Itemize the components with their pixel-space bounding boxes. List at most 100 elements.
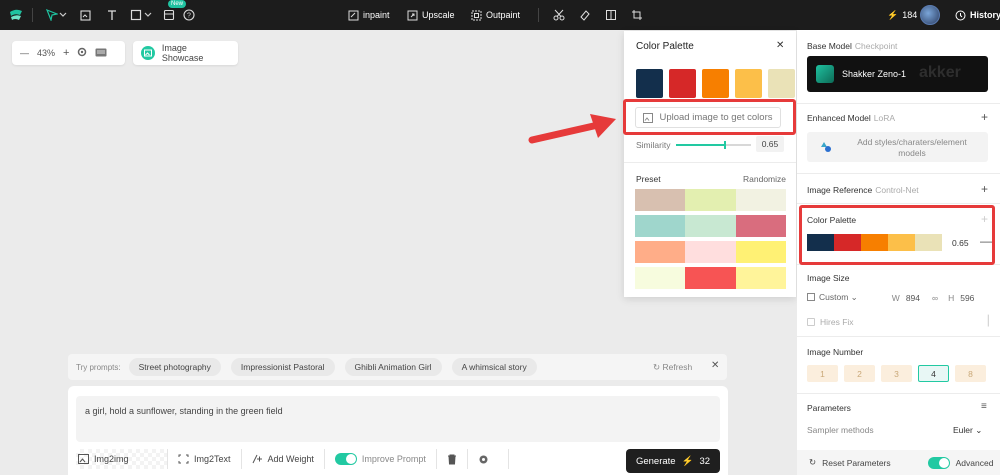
image-number-option-selected[interactable]: 4: [918, 365, 949, 382]
shape-tool-icon[interactable]: [128, 7, 144, 23]
logo-icon[interactable]: [8, 7, 24, 23]
shapes-icon: [821, 142, 831, 152]
hires-fix-option[interactable]: Hires Fix: [807, 317, 854, 327]
hires-toggle-icon[interactable]: ▕: [981, 316, 989, 327]
trash-icon[interactable]: [437, 449, 468, 469]
lora-placeholder: Add styles/charaters/element models: [857, 137, 967, 158]
add-lora-button[interactable]: Add styles/charaters/element models: [807, 132, 988, 162]
base-model-card[interactable]: akker Shakker Zeno-1: [807, 56, 988, 92]
sampler-select[interactable]: Euler ⌄: [953, 425, 982, 436]
prompt-chip[interactable]: Street photography: [128, 358, 221, 376]
img2text-button[interactable]: Img2Text: [168, 449, 242, 469]
link-icon[interactable]: ∞: [932, 293, 938, 303]
target-icon[interactable]: [77, 47, 87, 59]
parameters-menu-icon[interactable]: ≡: [981, 401, 987, 412]
color-swatch[interactable]: [702, 69, 729, 98]
crop-icon[interactable]: [629, 7, 645, 23]
advanced-label: Advanced: [955, 457, 994, 468]
preset-palette[interactable]: [635, 215, 786, 237]
upscale-button[interactable]: Upscale: [407, 6, 455, 24]
popup-title: Color Palette: [636, 41, 694, 52]
generate-button[interactable]: Generate ⚡ 32: [626, 449, 720, 473]
zoom-control: — 43% +: [12, 41, 125, 65]
preset-grid: [635, 189, 786, 293]
prompt-chip[interactable]: A whimsical story: [451, 358, 537, 376]
color-swatch[interactable]: [636, 69, 663, 98]
image-number-option[interactable]: 2: [844, 365, 875, 382]
credits-badge[interactable]: ⚡ 184: [887, 6, 917, 24]
zoom-out-button[interactable]: —: [20, 48, 29, 58]
enhanced-model-title: Enhanced Model LoRA: [807, 113, 895, 123]
hires-checkbox[interactable]: [807, 318, 815, 326]
add-lora-icon[interactable]: +: [981, 110, 988, 124]
preset-palette[interactable]: [635, 241, 786, 263]
reset-row: ↻ Reset Parameters Advanced: [797, 450, 1000, 475]
image-size-row: Custom ⌄ W 894 ∞ H 596: [807, 292, 992, 303]
outpaint-button[interactable]: Outpaint: [471, 6, 520, 24]
image-showcase-button[interactable]: Image Showcase: [133, 41, 238, 65]
zoom-in-button[interactable]: +: [63, 47, 69, 59]
height-input[interactable]: 596: [960, 293, 974, 303]
aspect-icon: [807, 293, 815, 301]
width-label: W: [891, 292, 900, 303]
color-palette-popup: Color Palette ✕ Upload image to get colo…: [624, 31, 796, 297]
img2img-button[interactable]: Img2img: [76, 449, 168, 469]
history-button[interactable]: History: [955, 6, 1000, 24]
base-model-title: Base Model Checkpoint: [807, 41, 897, 51]
divider: [797, 203, 1000, 204]
reset-parameters-button[interactable]: Reset Parameters: [822, 458, 891, 468]
inpaint-button[interactable]: inpaint: [348, 6, 390, 24]
width-input[interactable]: 894: [906, 293, 920, 303]
img2img-label: Img2img: [94, 454, 129, 464]
advanced-toggle[interactable]: [927, 456, 950, 469]
chevron-down-icon[interactable]: [58, 7, 68, 23]
outpaint-icon: [471, 10, 482, 20]
upscale-icon: [407, 10, 418, 20]
prompt-chip[interactable]: Impressionist Pastoral: [230, 358, 335, 376]
color-swatch[interactable]: [768, 69, 795, 98]
refresh-button[interactable]: ↻ Refresh: [653, 362, 692, 373]
prompt-tools: Img2img Img2Text Add Weight Improve Prom…: [76, 449, 509, 469]
scissors-icon[interactable]: [551, 7, 567, 23]
color-swatch[interactable]: [735, 69, 762, 98]
similarity-value[interactable]: 0.65: [756, 136, 784, 152]
compare-icon[interactable]: [603, 7, 619, 23]
image-number-option[interactable]: 1: [807, 365, 838, 382]
image-add-icon[interactable]: [78, 7, 94, 23]
image-icon: [78, 454, 89, 464]
toggle-switch[interactable]: [334, 453, 357, 465]
image-ref-sub: Control-Net: [875, 185, 919, 195]
help-icon[interactable]: ?: [181, 7, 197, 23]
add-reference-icon[interactable]: +: [981, 182, 988, 196]
preset-palette[interactable]: [635, 267, 786, 289]
eraser-icon[interactable]: [577, 7, 593, 23]
close-icon[interactable]: ✕: [711, 360, 719, 371]
add-weight-button[interactable]: Add Weight: [242, 449, 325, 469]
image-number-option[interactable]: 3: [881, 365, 912, 382]
size-mode-select[interactable]: Custom ⌄: [807, 292, 858, 303]
text-tool-icon[interactable]: [104, 7, 120, 23]
prompt-input[interactable]: a girl, hold a sunflower, standing in th…: [76, 396, 720, 442]
upscale-label: Upscale: [422, 10, 455, 20]
prompt-chip[interactable]: Ghibli Animation Girl: [344, 358, 442, 376]
keyboard-icon[interactable]: [95, 48, 107, 59]
layout-icon[interactable]: [161, 7, 177, 23]
highlight-box: [623, 99, 796, 135]
slider-handle[interactable]: [723, 141, 726, 149]
image-size-title: Image Size: [807, 273, 850, 283]
color-swatch[interactable]: [669, 69, 696, 98]
improve-prompt-toggle[interactable]: Improve Prompt: [325, 449, 437, 469]
reset-icon[interactable]: ↻: [809, 457, 816, 468]
settings-gear-icon[interactable]: [468, 449, 499, 469]
chevron-down-icon[interactable]: [143, 7, 153, 23]
similarity-slider[interactable]: [676, 141, 751, 149]
preset-palette[interactable]: [635, 189, 786, 211]
randomize-button[interactable]: Randomize: [743, 174, 786, 184]
outpaint-label: Outpaint: [486, 10, 521, 20]
close-icon[interactable]: ✕: [776, 40, 784, 51]
lightning-icon: ⚡: [887, 9, 899, 20]
avatar[interactable]: [920, 5, 940, 25]
sampler-value: Euler: [953, 425, 973, 435]
divider: [797, 393, 1000, 394]
image-number-option[interactable]: 8: [955, 365, 986, 382]
